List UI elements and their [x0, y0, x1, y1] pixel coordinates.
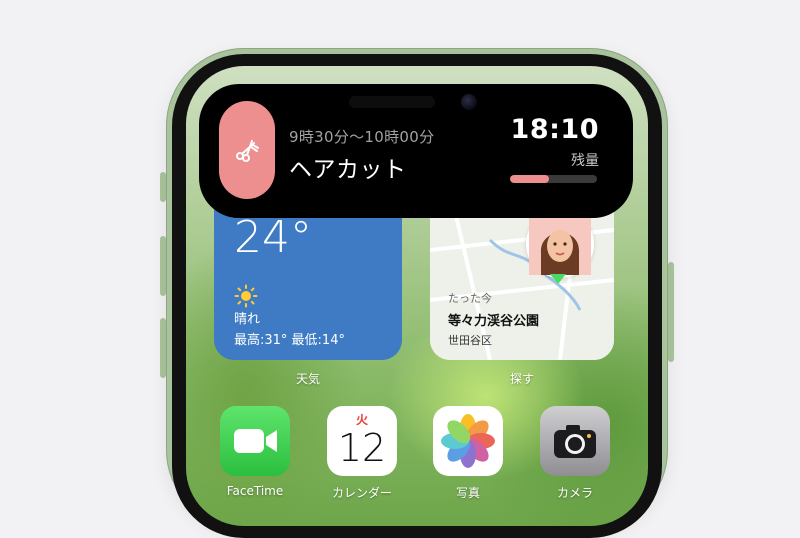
- power-button[interactable]: [668, 262, 674, 362]
- photos-icon: [441, 414, 495, 468]
- friend-memoji-avatar: [526, 210, 594, 278]
- find-my-time-ago: たった今: [448, 292, 492, 305]
- remaining-progress-bar: [510, 175, 597, 183]
- camera-icon: [554, 425, 596, 458]
- remaining-label: 残量: [571, 153, 599, 169]
- find-my-area: 世田谷区: [448, 334, 492, 347]
- calendar-date: 12: [337, 426, 387, 470]
- dynamic-island-live-activity[interactable]: 9時30分〜10時00分 ヘアカット 18:10 残量: [199, 84, 633, 218]
- weather-widget-label: 天気: [295, 372, 320, 386]
- camera-app-label: カメラ: [556, 486, 593, 500]
- camera-app-icon[interactable]: [540, 406, 610, 476]
- activity-end-time: 18:10: [510, 114, 599, 145]
- location-pin-icon: [550, 274, 566, 284]
- photos-app-label: 写真: [455, 486, 480, 500]
- scissors-comb-icon: [236, 140, 259, 162]
- memoji-face-icon: [529, 213, 591, 275]
- front-camera: [461, 94, 477, 110]
- remaining-progress-fill: [510, 175, 550, 183]
- facetime-app-icon[interactable]: [220, 406, 290, 476]
- facetime-app-label: FaceTime: [226, 484, 284, 498]
- facetime-icon: [234, 429, 277, 453]
- activity-time-range: 9時30分〜10時00分: [289, 128, 435, 146]
- weather-temperature: 24°: [234, 212, 312, 263]
- calendar-app-label: カレンダー: [331, 486, 392, 500]
- find-my-widget-label: 探す: [509, 372, 534, 386]
- weather-high-low: 最高:31° 最低:14°: [234, 333, 345, 348]
- find-my-place: 等々力渓谷公園: [448, 314, 540, 329]
- weather-condition: 晴れ: [234, 312, 261, 327]
- photos-app-icon[interactable]: [433, 406, 503, 476]
- calendar-app-icon[interactable]: 火 12: [327, 406, 397, 476]
- sun-icon: [234, 284, 258, 308]
- earpiece-speaker: [349, 96, 435, 108]
- activity-title: ヘアカット: [289, 157, 407, 183]
- activity-icon-pill: [219, 101, 275, 199]
